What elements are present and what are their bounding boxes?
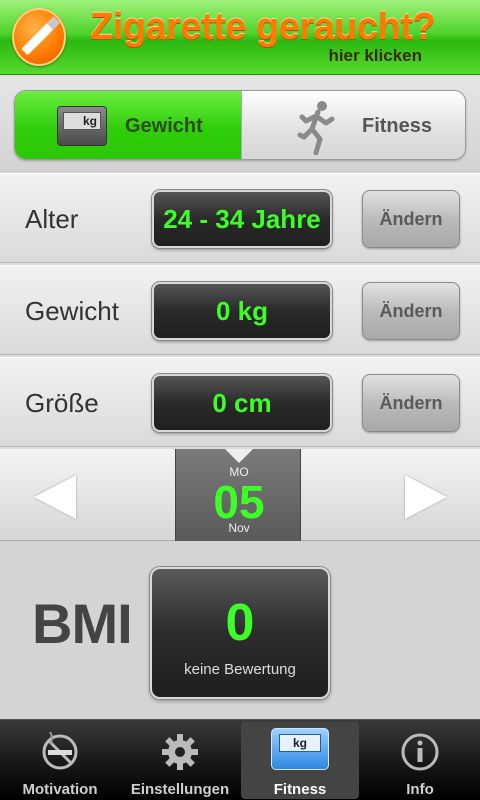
tab-bar: Motivation Einstellungen kg Fitness Info: [0, 719, 480, 800]
height-value: 0 cm: [152, 374, 332, 432]
height-label: Größe: [25, 388, 99, 418]
smoked-banner[interactable]: Zigarette geraucht? hier klicken: [0, 0, 480, 75]
banner-subtitle: hier klicken: [328, 46, 422, 65]
tab-settings-label: Einstellungen: [130, 781, 230, 798]
tab-motivation[interactable]: Motivation: [1, 722, 119, 799]
cigarette-icon: [12, 8, 66, 66]
change-height-button[interactable]: Ändern: [362, 374, 460, 432]
scale-icon: kg: [57, 106, 107, 146]
date-card: MO 05 Nov: [175, 449, 301, 541]
banner-title: Zigarette geraucht?: [90, 6, 436, 48]
tab-info-label: Info: [406, 781, 434, 798]
row-age: Alter 24 - 34 Jahre Ändern: [0, 173, 480, 263]
tab-fitness-label: Fitness: [273, 781, 327, 798]
next-day-arrow-icon[interactable]: [405, 475, 447, 519]
age-label: Alter: [25, 204, 79, 234]
scale-icon-text: kg: [279, 734, 321, 752]
no-smoking-icon: [42, 731, 78, 770]
bmi-display: 0 keine Bewertung: [150, 567, 330, 699]
segment-weight[interactable]: kg Gewicht: [15, 91, 241, 159]
scale-icon: kg: [271, 728, 329, 770]
tab-settings[interactable]: Einstellungen: [121, 722, 239, 799]
bmi-value: 0: [225, 594, 255, 652]
bmi-section: BMI 0 keine Bewertung: [0, 541, 480, 719]
previous-day-arrow-icon[interactable]: [34, 475, 76, 519]
bmi-rating: keine Bewertung: [184, 661, 296, 678]
bmi-label: BMI: [32, 592, 133, 655]
row-height: Größe 0 cm Ändern: [0, 357, 480, 447]
runner-icon: [297, 101, 335, 155]
weight-value: 0 kg: [152, 282, 332, 340]
weight-label: Gewicht: [25, 296, 119, 326]
age-value: 24 - 34 Jahre: [152, 190, 332, 248]
change-weight-button[interactable]: Ändern: [362, 282, 460, 340]
segment-container: kg Gewicht Fitness: [0, 76, 480, 173]
tab-fitness[interactable]: kg Fitness: [241, 722, 359, 799]
segment-fitness[interactable]: Fitness: [241, 91, 465, 159]
tab-info[interactable]: Info: [361, 722, 479, 799]
date-picker: MO 05 Nov: [0, 449, 480, 541]
tab-motivation-label: Motivation: [22, 781, 98, 798]
segment-weight-label: Gewicht: [125, 115, 203, 137]
segment-fitness-label: Fitness: [362, 115, 433, 137]
row-weight: Gewicht 0 kg Ändern: [0, 265, 480, 355]
gear-icon: [162, 734, 198, 770]
segmented-control: kg Gewicht Fitness: [14, 90, 466, 160]
info-icon: [401, 733, 439, 771]
change-age-button[interactable]: Ändern: [362, 190, 460, 248]
date-month: Nov: [228, 521, 250, 535]
